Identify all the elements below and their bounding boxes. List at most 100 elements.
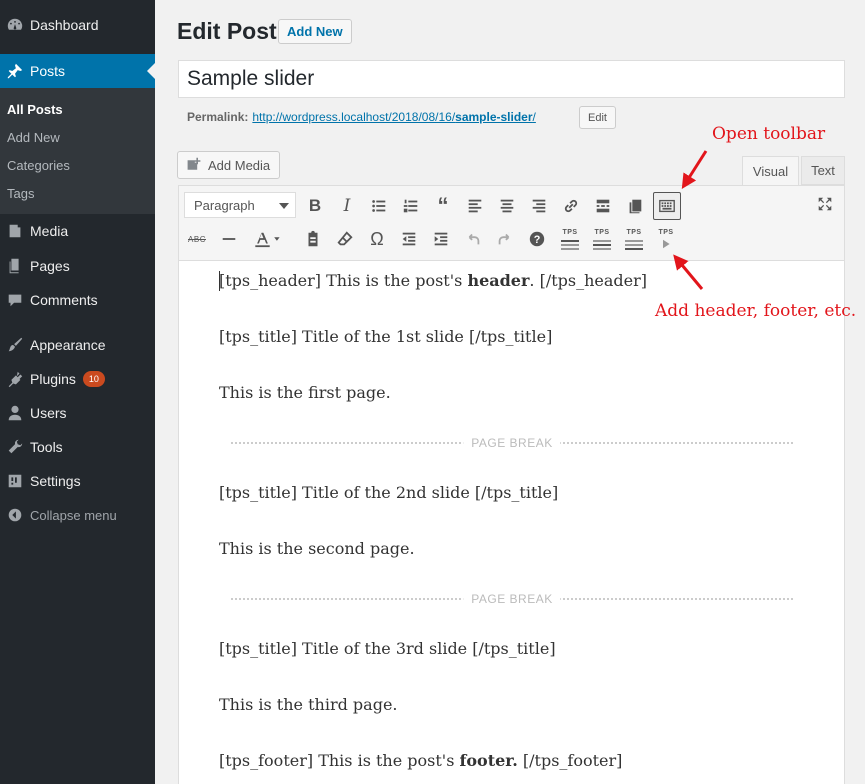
menu-label: Plugins xyxy=(30,371,76,387)
align-left-button[interactable] xyxy=(461,192,489,220)
page-break: PAGE BREAK xyxy=(231,436,793,450)
tps-title-icon xyxy=(593,238,611,250)
page-break-label: PAGE BREAK xyxy=(463,592,561,606)
menu-pages[interactable]: Pages xyxy=(0,249,155,283)
add-media-label: Add Media xyxy=(208,157,271,173)
text-color-button[interactable] xyxy=(247,225,287,253)
add-media-icon xyxy=(187,157,201,170)
permalink-tail: / xyxy=(532,110,536,124)
menu-label: Users xyxy=(30,405,67,421)
content-paragraph: [tps_title] Title of the 3rd slide [/tps… xyxy=(219,639,556,658)
user-icon xyxy=(0,404,30,422)
menu-users[interactable]: Users xyxy=(0,396,155,430)
edit-permalink-button[interactable]: Edit xyxy=(579,106,616,129)
tps-footer-button[interactable]: TPS xyxy=(620,225,648,253)
collapse-icon xyxy=(0,506,30,524)
align-center-button[interactable] xyxy=(493,192,521,220)
content-bold: footer. xyxy=(459,751,518,770)
submenu-all-posts[interactable]: All Posts xyxy=(7,102,63,117)
fullscreen-button[interactable] xyxy=(811,190,839,218)
help-button[interactable]: ? xyxy=(523,225,551,253)
menu-label: Comments xyxy=(30,292,98,308)
menu-tools[interactable]: Tools xyxy=(0,430,155,464)
chevron-down-icon xyxy=(279,203,289,209)
special-character-button[interactable]: Ω xyxy=(363,225,391,253)
strikethrough-button[interactable]: ABC xyxy=(183,225,211,253)
blockquote-button[interactable]: “ xyxy=(429,192,457,220)
paste-as-text-button[interactable] xyxy=(299,225,327,253)
menu-dashboard[interactable]: Dashboard xyxy=(0,8,155,42)
redo-button[interactable] xyxy=(491,225,519,253)
undo-button[interactable] xyxy=(459,225,487,253)
permalink-row: Permalink: http://wordpress.localhost/20… xyxy=(187,110,536,124)
tps-header-icon xyxy=(561,238,579,250)
distraction-free-button[interactable] xyxy=(621,192,649,220)
indent-button[interactable] xyxy=(427,225,455,253)
text-color-icon xyxy=(255,232,280,248)
tab-text[interactable]: Text xyxy=(801,156,845,185)
clipboard-icon xyxy=(308,230,318,247)
menu-posts[interactable]: Posts xyxy=(0,54,155,88)
toolbar-toggle-button[interactable] xyxy=(653,192,681,220)
page-title: Edit Post xyxy=(177,18,277,44)
arrow-to-toolbar-toggle xyxy=(681,150,708,190)
read-more-icon xyxy=(596,199,610,213)
bold-icon: B xyxy=(308,196,322,215)
bullet-list-icon xyxy=(372,200,386,212)
wrench-icon xyxy=(0,438,30,456)
strikethrough-icon: ABC xyxy=(188,234,206,244)
align-right-button[interactable] xyxy=(525,192,553,220)
menu-settings[interactable]: Settings xyxy=(0,464,155,498)
help-icon: ? xyxy=(529,231,545,247)
menu-appearance[interactable]: Appearance xyxy=(0,328,155,362)
submenu-tags[interactable]: Tags xyxy=(7,186,34,201)
eraser-icon xyxy=(337,231,353,246)
plugins-update-badge: 10 xyxy=(82,371,105,387)
menu-comments[interactable]: Comments xyxy=(0,283,155,317)
add-new-button[interactable]: Add New xyxy=(278,19,352,44)
tps-title-label: TPS xyxy=(594,228,610,236)
content-text: . [/tps_header] xyxy=(529,271,648,290)
collapse-menu-button[interactable]: Collapse menu xyxy=(0,498,155,532)
tps-header-button[interactable]: TPS xyxy=(556,225,584,253)
tps-title-button[interactable]: TPS xyxy=(588,225,616,253)
permalink-link[interactable]: http://wordpress.localhost/2018/08/16/sa… xyxy=(252,110,536,124)
submenu-categories[interactable]: Categories xyxy=(7,158,70,173)
tab-visual[interactable]: Visual xyxy=(742,156,799,185)
permalink-slug: sample-slider xyxy=(455,110,533,124)
tps-footer-label: TPS xyxy=(626,228,642,236)
bold-button[interactable]: B xyxy=(301,192,329,220)
italic-button[interactable]: I xyxy=(333,192,361,220)
media-icon xyxy=(0,222,30,240)
content-text: [/tps_footer] xyxy=(517,751,623,770)
read-more-button[interactable] xyxy=(589,192,617,220)
quote-icon: “ xyxy=(437,193,449,218)
menu-label: Posts xyxy=(30,63,66,79)
menu-media[interactable]: Media xyxy=(0,214,155,248)
content-paragraph: [tps_header] This is the post's header. … xyxy=(219,271,647,290)
menu-plugins[interactable]: Plugins 10 xyxy=(0,362,155,396)
post-title-input[interactable]: Sample slider xyxy=(178,60,845,98)
bullet-list-button[interactable] xyxy=(365,192,393,220)
menu-label: Settings xyxy=(30,473,81,489)
tps-slider-button[interactable]: TPS xyxy=(652,225,680,253)
insert-link-button[interactable] xyxy=(557,192,585,220)
content-paragraph: This is the first page. xyxy=(219,383,391,402)
clear-formatting-button[interactable] xyxy=(331,225,359,253)
numbered-list-icon xyxy=(403,199,418,213)
format-select[interactable]: Paragraph xyxy=(184,192,296,218)
permalink-base: http://wordpress.localhost/2018/08/16/ xyxy=(252,110,456,124)
editor-toolbar: Paragraph B I “ ABC Ω ? TPS TPS TPS TPS xyxy=(179,186,844,261)
submenu-add-new[interactable]: Add New xyxy=(7,130,60,145)
content-paragraph: [tps_title] Title of the 1st slide [/tps… xyxy=(219,327,553,346)
add-media-button[interactable]: Add Media xyxy=(177,151,281,179)
format-select-value: Paragraph xyxy=(194,197,255,213)
documents-icon xyxy=(629,199,642,214)
menu-label: Tools xyxy=(30,439,63,455)
redo-icon xyxy=(498,233,510,245)
content-paragraph: This is the second page. xyxy=(219,539,415,558)
numbered-list-button[interactable] xyxy=(397,192,425,220)
outdent-button[interactable] xyxy=(395,225,423,253)
horizontal-line-button[interactable] xyxy=(215,225,243,253)
tps-slider-label: TPS xyxy=(658,228,674,236)
